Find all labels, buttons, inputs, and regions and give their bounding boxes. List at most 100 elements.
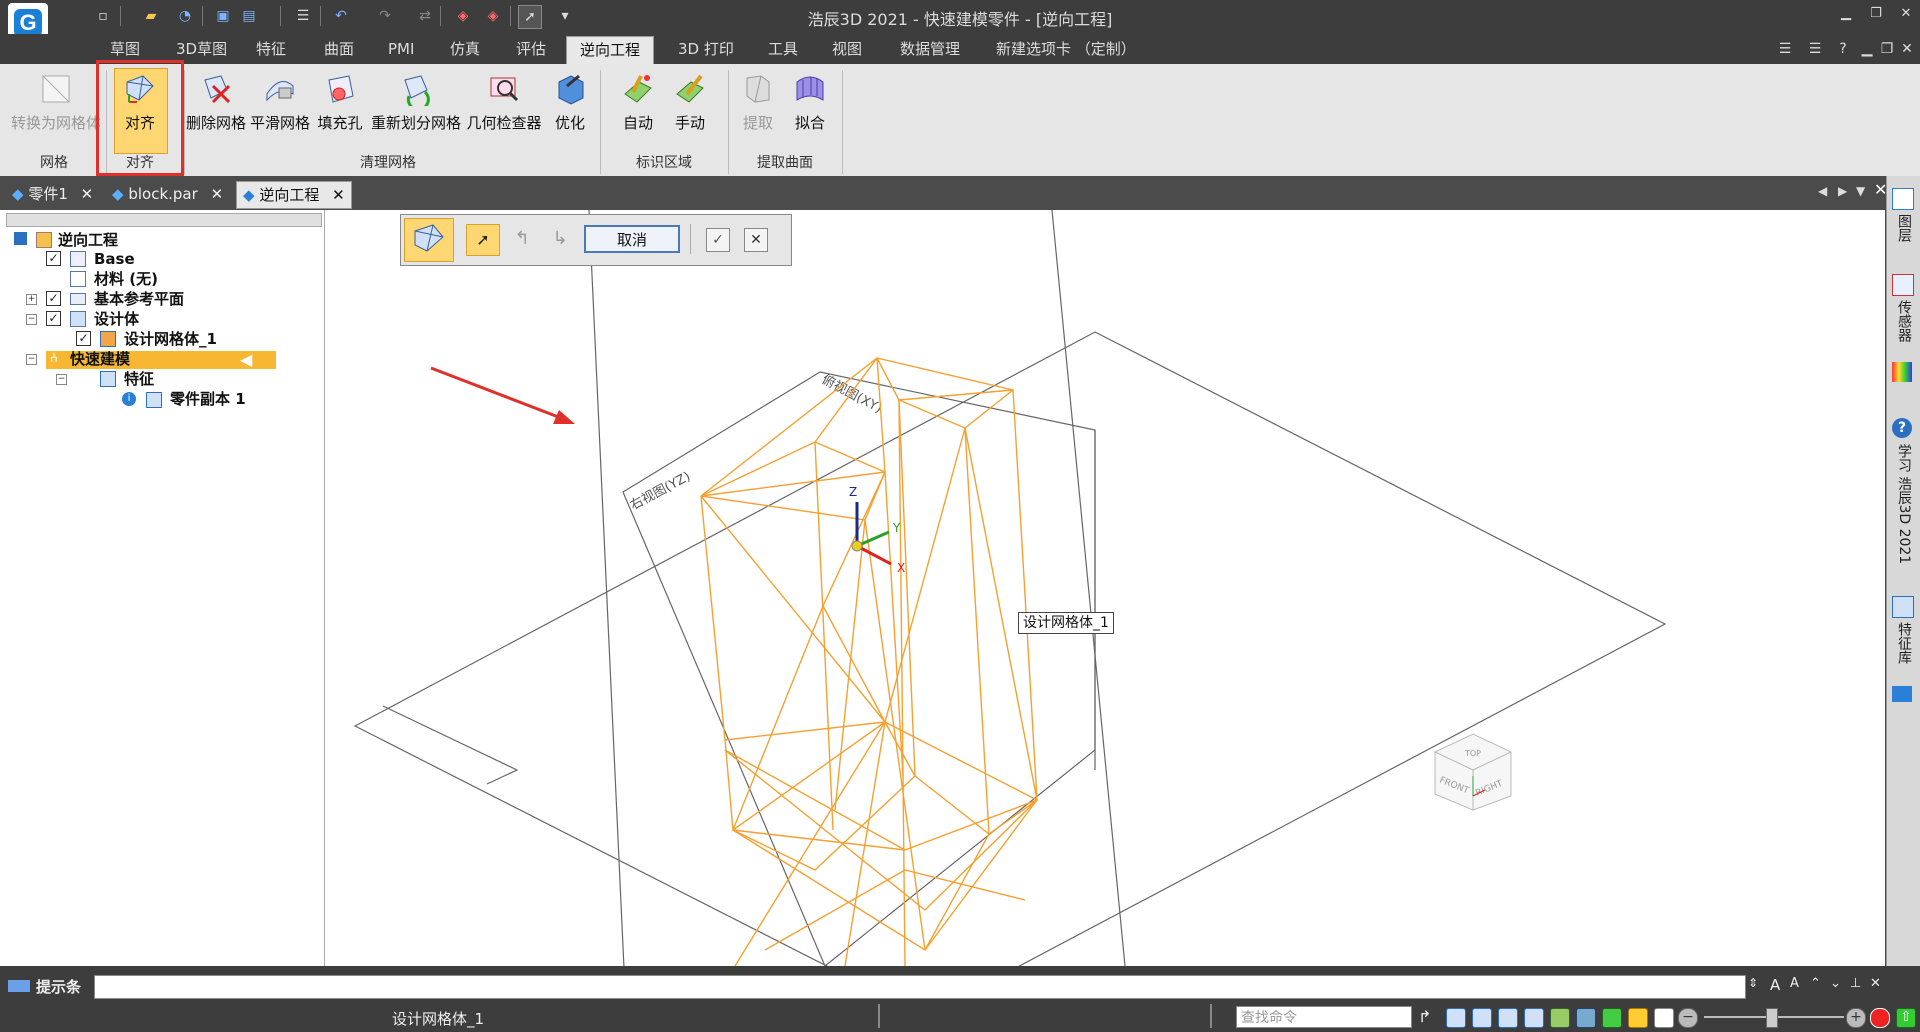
tab-view[interactable]: 视图 <box>824 36 870 64</box>
auto-mark-button[interactable]: 自动 <box>616 68 660 152</box>
close-button[interactable]: ✕ <box>1894 4 1918 24</box>
collapse-icon[interactable]: − <box>26 354 37 365</box>
close-tab-icon[interactable]: ✕ <box>81 185 94 203</box>
feature-library-icon[interactable] <box>1892 596 1914 618</box>
ribbon-layout-icon[interactable]: ☰ <box>1804 38 1826 60</box>
checkbox-mesh-body[interactable]: ✓ <box>76 331 91 346</box>
optimize-button[interactable]: 优化 <box>546 68 594 152</box>
tab-simulation[interactable]: 仿真 <box>442 36 488 64</box>
collapse-icon[interactable]: − <box>26 314 37 325</box>
layers-icon[interactable] <box>1892 188 1914 210</box>
shading-icon[interactable] <box>1628 1008 1648 1028</box>
tab-evaluate[interactable]: 评估 <box>508 36 554 64</box>
remesh-button[interactable]: 重新划分网格 <box>368 68 464 152</box>
smooth-mesh-button[interactable]: 平滑网格 <box>248 68 312 152</box>
checkbox-base[interactable]: ✓ <box>46 251 61 266</box>
ribbon-options-icon[interactable]: ☰ <box>1774 38 1796 60</box>
fit-button[interactable]: 拟合 <box>788 68 832 152</box>
learn-help-icon[interactable]: ? <box>1892 418 1912 438</box>
zoom-icon[interactable] <box>1472 1008 1492 1028</box>
prompt-scroll-icon[interactable]: ⇕ <box>1748 976 1758 990</box>
tree-item-ref-planes[interactable]: 基本参考平面 <box>94 289 184 309</box>
rollback-arrow-icon[interactable]: ◀ <box>240 350 252 369</box>
side-tab-layers[interactable]: 图层 <box>1894 214 1914 242</box>
close-tab-icon[interactable]: ✕ <box>211 185 224 203</box>
restore-button[interactable]: ❐ <box>1864 4 1888 24</box>
collapse-icon[interactable]: − <box>56 374 67 385</box>
tree-item-reverse-engineering[interactable]: 逆向工程 <box>58 230 118 250</box>
accept-button[interactable]: ✓ <box>706 228 730 252</box>
fill-hole-button[interactable]: 填充孔 <box>314 68 366 152</box>
tab-scroll-left-icon[interactable]: ◀ <box>1818 184 1827 198</box>
tree-item-mesh-body[interactable]: 设计网格体_1 <box>124 329 217 349</box>
tree-panel-grip[interactable] <box>6 213 322 227</box>
tab-pmi[interactable]: PMI <box>380 36 422 64</box>
tab-reverse-engineering[interactable]: 逆向工程 <box>566 36 654 64</box>
convert-to-mesh-button[interactable]: 转换为网格体 <box>8 68 104 152</box>
doc-tab-reverse-engineering[interactable]: ◆ 逆向工程 ✕ <box>236 181 352 209</box>
run-command-icon[interactable]: ↱ <box>1418 1008 1436 1026</box>
upload-icon[interactable]: ⇧ <box>1896 1008 1916 1028</box>
doc-restore-icon[interactable]: ❐ <box>1876 38 1898 60</box>
tab-scroll-right-icon[interactable]: ▶ <box>1838 184 1847 198</box>
side-tab-sensors[interactable]: 传感器 <box>1894 300 1914 342</box>
step-back-button[interactable]: ↰ <box>506 224 538 254</box>
collapse-down-icon[interactable]: ⌄ <box>1830 976 1841 991</box>
checkbox-design-body[interactable]: ✓ <box>46 311 61 326</box>
find-command-input[interactable]: 查找命令 <box>1236 1006 1412 1028</box>
sensors-icon[interactable] <box>1892 274 1914 296</box>
font-larger-icon[interactable]: A <box>1770 976 1780 994</box>
step-forward-button[interactable]: ↳ <box>544 224 576 254</box>
tree-item-quick-model[interactable]: 快速建模 <box>70 349 130 369</box>
spin-icon[interactable] <box>1576 1008 1596 1028</box>
collapse-up-icon[interactable]: ⌃ <box>1810 976 1821 991</box>
tab-data-management[interactable]: 数据管理 <box>892 36 968 64</box>
rotate-icon[interactable] <box>1550 1008 1570 1028</box>
pan-icon[interactable] <box>1524 1008 1544 1028</box>
close-tab-icon[interactable]: ✕ <box>332 186 345 204</box>
3d-viewport[interactable]: 右视图(YZ) 俯视图(XY) Z Y X TOP FRONT RIGHT <box>325 209 1885 1017</box>
manual-mark-button[interactable]: 手动 <box>668 68 712 152</box>
tab-surface[interactable]: 曲面 <box>316 36 362 64</box>
close-command-button[interactable]: ✕ <box>744 228 768 252</box>
pin-icon[interactable]: ⊥ <box>1850 976 1861 991</box>
side-tab-learn[interactable]: 学习 浩辰3D 2021 <box>1894 444 1914 564</box>
tab-tools[interactable]: 工具 <box>760 36 806 64</box>
zoom-area-icon[interactable] <box>1498 1008 1518 1028</box>
tab-new-custom[interactable]: 新建选项卡 （定制） <box>988 36 1144 64</box>
tab-3d-print[interactable]: 3D 打印 <box>670 36 742 64</box>
geometry-checker-button[interactable]: 几何检查器 <box>464 68 544 152</box>
doc-tab-block[interactable]: ◆ block.par ✕ <box>112 181 223 207</box>
doc-minimize-icon[interactable]: ▁ <box>1856 38 1878 60</box>
checkbox-ref-planes[interactable]: ✓ <box>46 291 61 306</box>
cancel-button[interactable]: 取消 <box>584 225 680 253</box>
zoom-out-icon[interactable]: − <box>1678 1008 1698 1028</box>
tree-item-design-body[interactable]: 设计体 <box>94 309 139 329</box>
side-tab-feature-library[interactable]: 特征库 <box>1894 622 1914 664</box>
prompt-text-area[interactable] <box>94 975 1746 999</box>
tab-list-icon[interactable]: ▼ <box>1856 184 1865 198</box>
doc-close-icon[interactable]: ✕ <box>1896 38 1918 60</box>
zoom-in-icon[interactable]: + <box>1846 1008 1866 1028</box>
prompt-close-icon[interactable]: ✕ <box>1870 976 1881 991</box>
zoom-slider-thumb[interactable] <box>1766 1008 1778 1028</box>
display-mode-icon[interactable] <box>1654 1008 1674 1028</box>
tree-item-features[interactable]: 特征 <box>124 369 154 389</box>
fit-view-icon[interactable] <box>1446 1008 1466 1028</box>
minimize-button[interactable]: ▁ <box>1834 4 1858 24</box>
doc-tab-part1[interactable]: ◆ 零件1 ✕ <box>12 181 93 207</box>
view-orient-icon[interactable] <box>1602 1008 1622 1028</box>
blocks-icon[interactable] <box>1892 686 1912 702</box>
tree-item-material[interactable]: 材料 (无) <box>94 269 158 289</box>
expand-icon[interactable]: + <box>26 294 37 305</box>
tab-feature[interactable]: 特征 <box>248 36 294 64</box>
record-icon[interactable] <box>1870 1008 1890 1028</box>
extract-button[interactable]: 提取 <box>736 68 780 152</box>
color-palette-icon[interactable] <box>1892 362 1912 382</box>
tree-item-part-copy[interactable]: 零件副本 1 <box>170 389 246 409</box>
font-smaller-icon[interactable]: A <box>1790 976 1799 991</box>
select-step-button[interactable]: ➚ <box>466 224 500 256</box>
tree-item-base[interactable]: Base <box>94 249 135 269</box>
help-icon[interactable]: ? <box>1832 38 1854 60</box>
delete-mesh-button[interactable]: 删除网格 <box>184 68 248 152</box>
